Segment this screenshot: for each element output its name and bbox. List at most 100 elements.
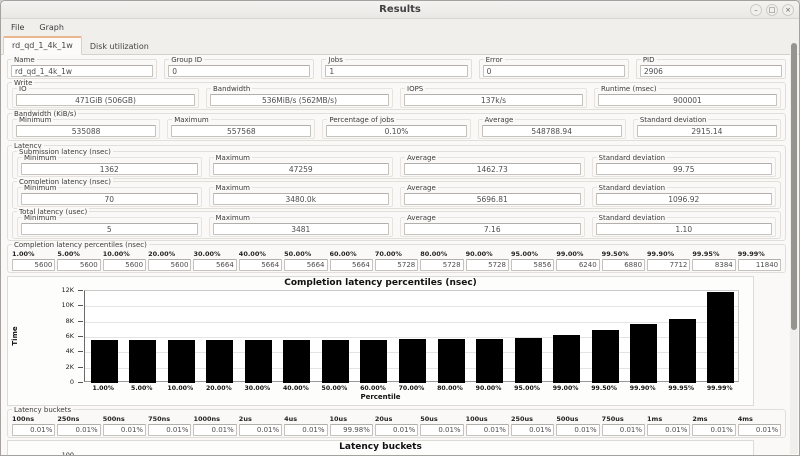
entry-2ms[interactable]: 0.01% — [692, 424, 735, 436]
x-tick-label: 99.99% — [694, 385, 745, 392]
column-header-10us: 10us — [330, 415, 373, 423]
entry-group-id[interactable]: 0 — [168, 65, 310, 77]
entry-250us[interactable]: 0.01% — [511, 424, 554, 436]
column-header-40-00: 40.00% — [239, 250, 282, 258]
maximize-icon[interactable]: □ — [766, 4, 778, 16]
entry-4us[interactable]: 0.01% — [284, 424, 327, 436]
column-header-100ns: 100ns — [12, 415, 55, 423]
entry-750us[interactable]: 0.01% — [602, 424, 645, 436]
entry-error[interactable]: 0 — [483, 65, 625, 77]
job-summary-row: Namerd_qd_1_4k_1wGroup ID0Jobs1Error0PID… — [7, 59, 786, 79]
entry-500us[interactable]: 0.01% — [556, 424, 599, 436]
entry-maximum[interactable]: 557568 — [171, 125, 311, 137]
entry-100us[interactable]: 0.01% — [466, 424, 509, 436]
entry-minimum[interactable]: 70 — [21, 193, 198, 205]
field-minimum: Minimum535088 — [12, 119, 160, 139]
entry-50us[interactable]: 0.01% — [420, 424, 463, 436]
entry-20-00[interactable]: 5600 — [148, 259, 191, 271]
tab-job-rd-qd-1-4k-1w[interactable]: rd_qd_1_4k_1w — [3, 36, 82, 55]
entry-50-00[interactable]: 5664 — [284, 259, 327, 271]
entry-4ms[interactable]: 0.01% — [738, 424, 781, 436]
menu-graph[interactable]: Graph — [39, 23, 64, 32]
entry-5-00[interactable]: 5600 — [57, 259, 100, 271]
tab-disk-utilization[interactable]: Disk utilization — [82, 39, 157, 55]
entry-30-00[interactable]: 5664 — [193, 259, 236, 271]
entry-100ns[interactable]: 0.01% — [12, 424, 55, 436]
scrollbar-thumb[interactable] — [791, 43, 797, 330]
entry-20us[interactable]: 0.01% — [375, 424, 418, 436]
entry-maximum[interactable]: 47259 — [213, 163, 390, 175]
entry-99-95[interactable]: 8384 — [692, 259, 735, 271]
entry-bandwidth[interactable]: 536MiB/s (562MB/s) — [210, 94, 389, 106]
close-icon[interactable]: × — [782, 4, 794, 16]
entry-standard-deviation[interactable]: 1.10 — [596, 223, 773, 235]
entry-jobs[interactable]: 1 — [325, 65, 467, 77]
field-label-name: Name — [12, 56, 37, 64]
column-header-1ms: 1ms — [647, 415, 690, 423]
entry-name[interactable]: rd_qd_1_4k_1w — [11, 65, 153, 77]
menu-file[interactable]: File — [11, 23, 24, 32]
tab-bar: rd_qd_1_4k_1w Disk utilization — [1, 35, 799, 55]
bar-90-00 — [476, 339, 503, 383]
bar-95-00 — [515, 338, 542, 383]
entry-standard-deviation[interactable]: 1096.92 — [596, 193, 773, 205]
entry-80-00[interactable]: 5728 — [420, 259, 463, 271]
entry-iops[interactable]: 137k/s — [404, 94, 583, 106]
column-99-99: 99.99%11840 — [738, 250, 781, 271]
entry-maximum[interactable]: 3480.0k — [213, 193, 390, 205]
entry-10-00[interactable]: 5600 — [103, 259, 146, 271]
minimize-icon[interactable]: – — [750, 4, 762, 16]
column-1ms: 1ms0.01% — [647, 415, 690, 436]
entry-1-00[interactable]: 5600 — [12, 259, 55, 271]
entry-500ns[interactable]: 0.01% — [103, 424, 146, 436]
entry-maximum[interactable]: 3481 — [213, 223, 390, 235]
column-header-500us: 500us — [556, 415, 599, 423]
entry-250ns[interactable]: 0.01% — [57, 424, 100, 436]
x-axis-label: Percentile — [8, 393, 753, 401]
column-header-20-00: 20.00% — [148, 250, 191, 258]
entry-1ms[interactable]: 0.01% — [647, 424, 690, 436]
y-tick-label: 12K — [8, 287, 74, 294]
field-standard-deviation: Standard deviation1096.92 — [592, 187, 777, 207]
entry-10us[interactable]: 99.98% — [330, 424, 373, 436]
titlebar[interactable]: Results – □ × — [1, 1, 799, 19]
entry-2us[interactable]: 0.01% — [239, 424, 282, 436]
entry-average[interactable]: 7.16 — [404, 223, 581, 235]
entry-minimum[interactable]: 5 — [21, 223, 198, 235]
entry-99-50[interactable]: 6880 — [602, 259, 645, 271]
entry-99-99[interactable]: 11840 — [738, 259, 781, 271]
entry-60-00[interactable]: 5664 — [330, 259, 373, 271]
entry-average[interactable]: 548788.94 — [482, 125, 622, 137]
column-header-250us: 250us — [511, 415, 554, 423]
entry-pid[interactable]: 2906 — [640, 65, 782, 77]
entry-90-00[interactable]: 5728 — [466, 259, 509, 271]
entry-1000ns[interactable]: 0.01% — [193, 424, 236, 436]
y-tick-label: 100 — [8, 452, 74, 456]
entry-standard-deviation[interactable]: 99.75 — [596, 163, 773, 175]
entry-minimum[interactable]: 535088 — [16, 125, 156, 137]
entry-40-00[interactable]: 5664 — [239, 259, 282, 271]
y-tick-label: 8K — [8, 318, 74, 325]
column-750us: 750us0.01% — [602, 415, 645, 436]
entry-750ns[interactable]: 0.01% — [148, 424, 191, 436]
bar-80-00 — [438, 339, 465, 383]
column-header-50-00: 50.00% — [284, 250, 327, 258]
entry-99-90[interactable]: 7712 — [647, 259, 690, 271]
entry-minimum[interactable]: 1362 — [21, 163, 198, 175]
entry-average[interactable]: 1462.73 — [404, 163, 581, 175]
field-runtime-msec: Runtime (msec)900001 — [594, 88, 781, 108]
buckets-section-label: Latency buckets — [12, 406, 73, 414]
field-maximum: Maximum557568 — [167, 119, 315, 139]
entry-percentage-of-jobs[interactable]: 0.10% — [326, 125, 466, 137]
entry-99-00[interactable]: 6240 — [556, 259, 599, 271]
entry-runtime-msec[interactable]: 900001 — [598, 94, 777, 106]
entry-io[interactable]: 471GiB (506GB) — [16, 94, 195, 106]
entry-95-00[interactable]: 5856 — [511, 259, 554, 271]
entry-average[interactable]: 5696.81 — [404, 193, 581, 205]
entry-standard-deviation[interactable]: 2915.14 — [637, 125, 777, 137]
vertical-scrollbar[interactable] — [790, 38, 798, 454]
y-tick-mark — [78, 367, 83, 368]
completion-latency-section: Completion latency (nsec) Minimum70Maxim… — [12, 181, 781, 209]
entry-70-00[interactable]: 5728 — [375, 259, 418, 271]
column-header-80-00: 80.00% — [420, 250, 463, 258]
